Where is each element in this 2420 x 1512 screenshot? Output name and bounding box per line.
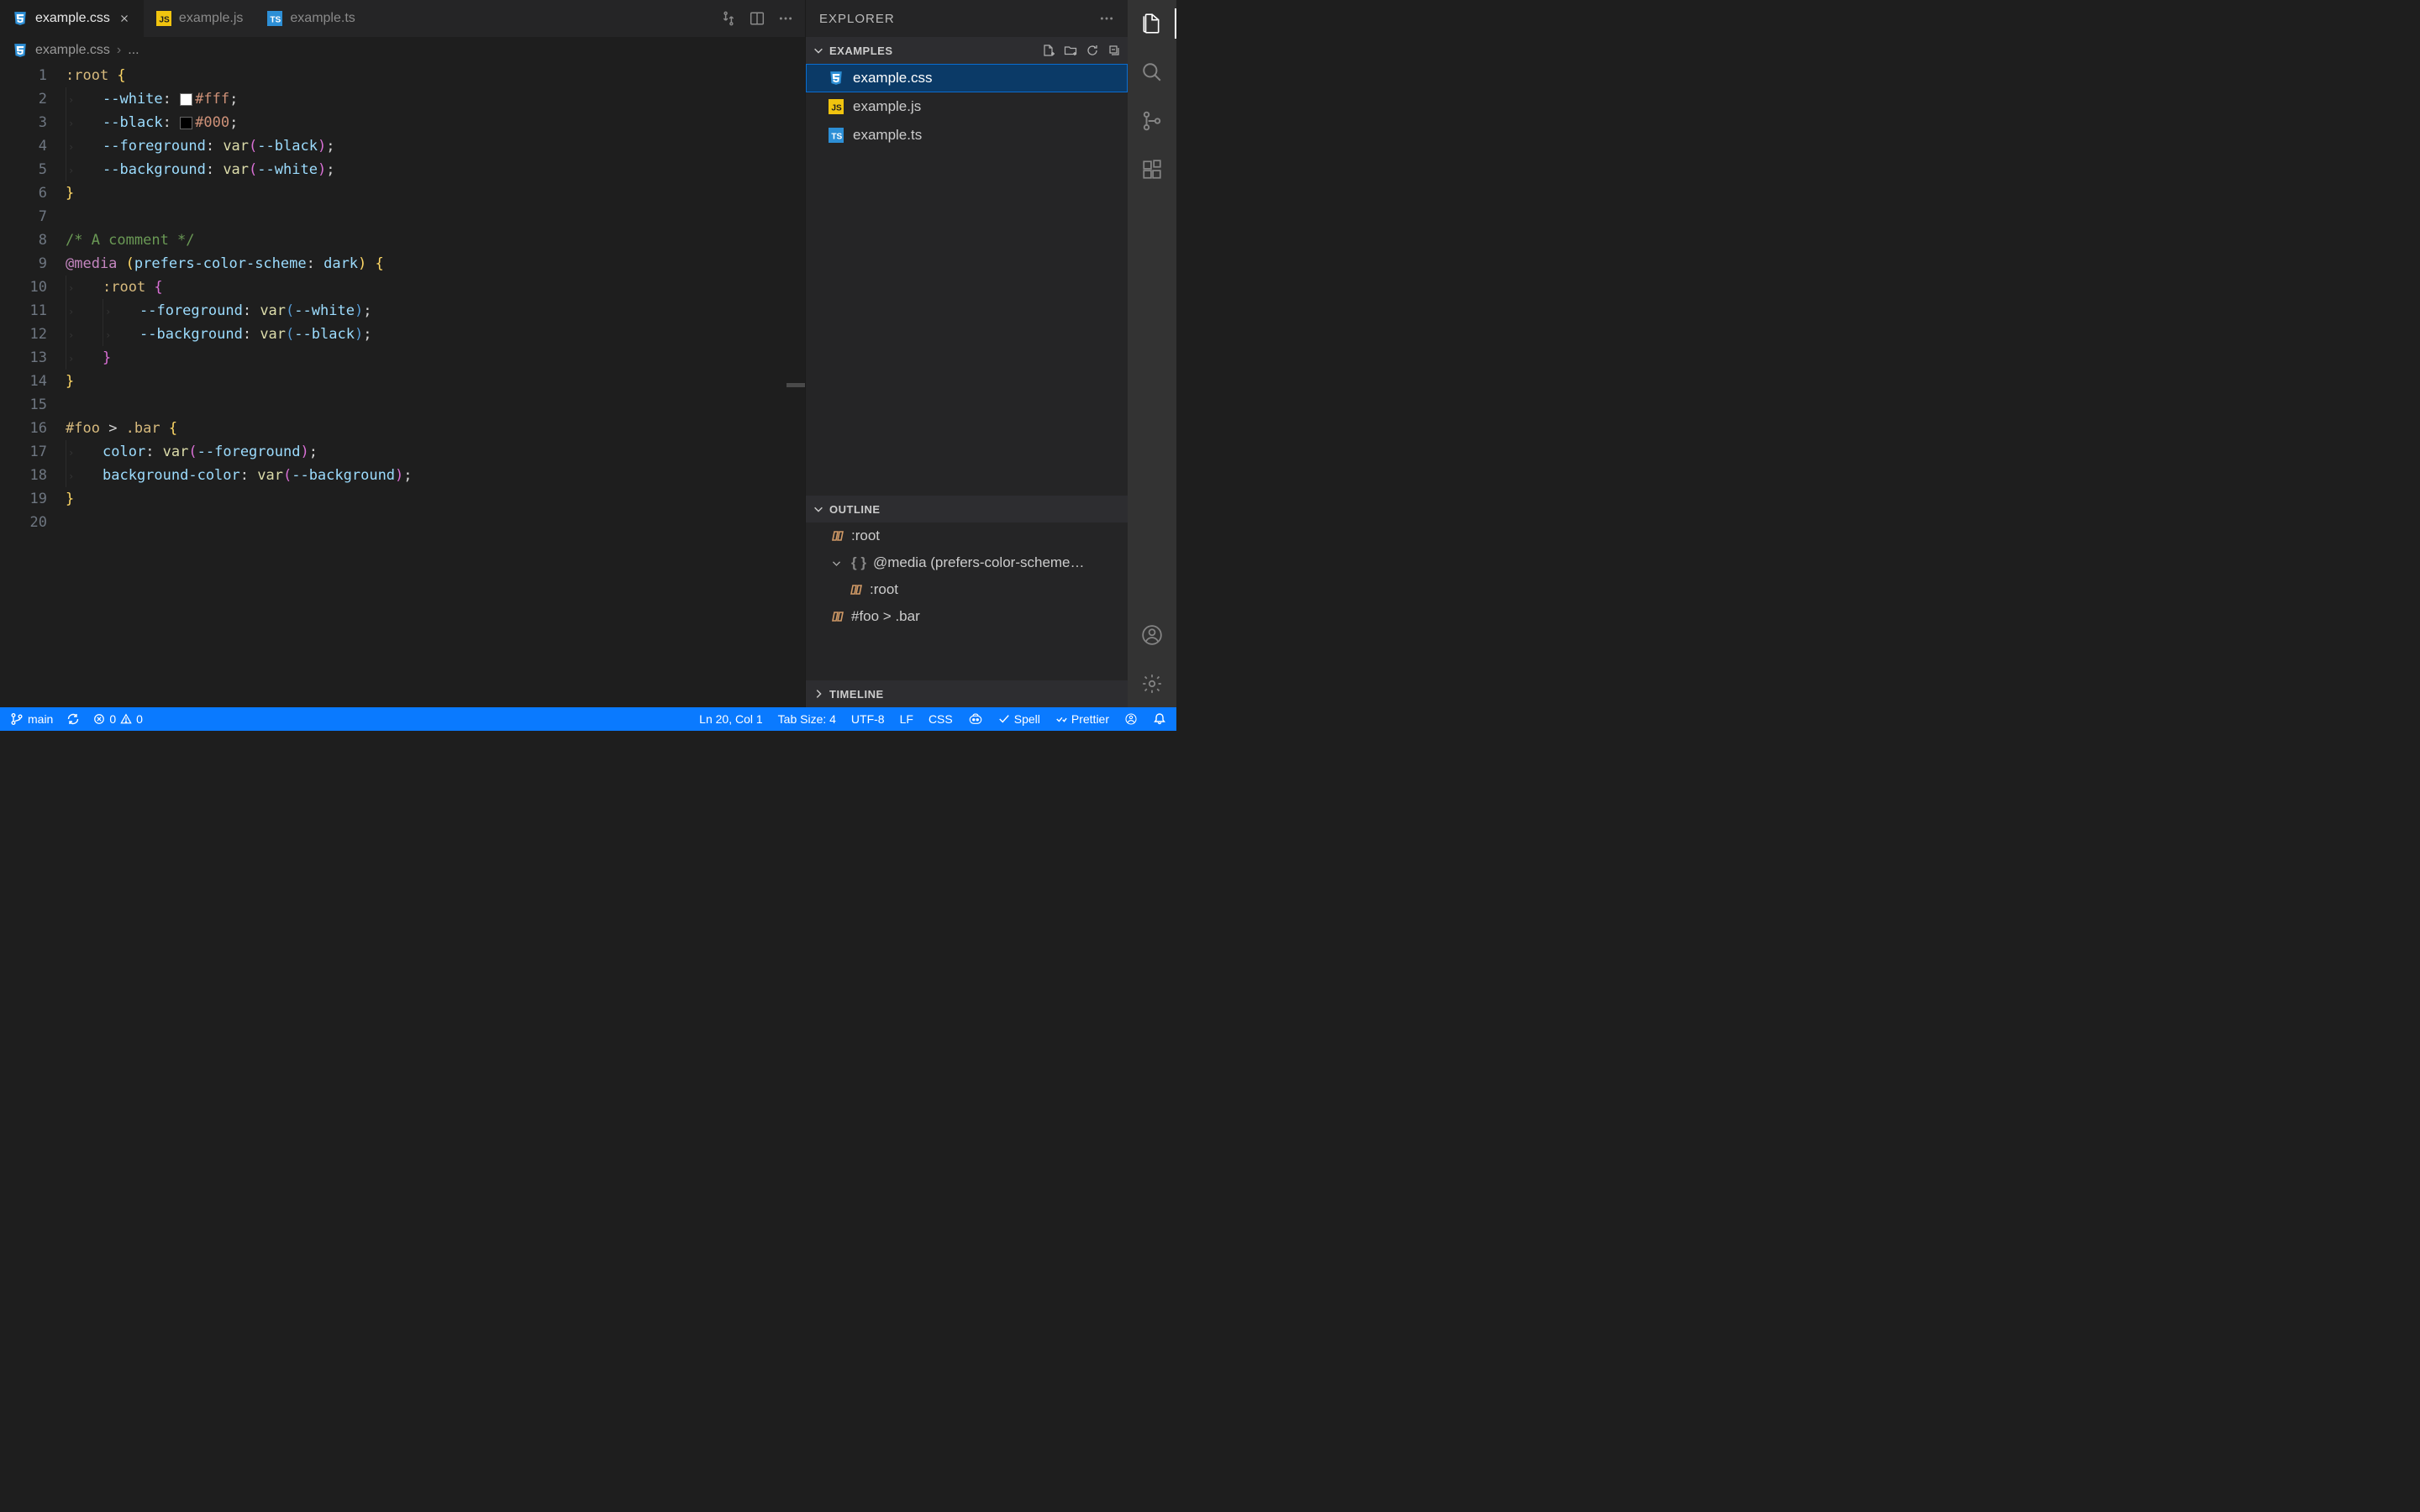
line-number-gutter: 1234567891011121314151617181920 <box>0 64 66 707</box>
outline-item[interactable]: :root <box>806 576 1128 603</box>
close-tab-icon[interactable] <box>117 11 132 26</box>
notifications-icon[interactable] <box>1153 712 1166 726</box>
git-branch-status[interactable]: main <box>10 712 53 726</box>
js-file-icon: JS <box>155 10 172 27</box>
js-file-icon: JS <box>828 98 844 115</box>
css-file-icon <box>828 70 844 87</box>
tab-example-css[interactable]: example.css <box>0 0 144 37</box>
warning-count: 0 <box>136 712 143 726</box>
spell-check-status[interactable]: Spell <box>998 712 1040 726</box>
error-count: 0 <box>109 712 116 726</box>
editor-body[interactable]: 1234567891011121314151617181920 :root {-… <box>0 64 805 707</box>
chevron-down-icon <box>831 558 844 569</box>
status-bar: main 0 0 Ln 20, Col 1 Tab Size: 4 UTF-8 … <box>0 707 1176 731</box>
editor-column: example.cssJSexample.jsTSexample.ts exam… <box>0 0 805 707</box>
svg-text:TS: TS <box>271 16 281 25</box>
problems-status[interactable]: 0 0 <box>93 712 143 726</box>
activity-bar <box>1128 0 1176 707</box>
explorer-more-icon[interactable] <box>1099 11 1114 26</box>
svg-text:TS: TS <box>831 133 842 142</box>
outline-item[interactable]: { }@media (prefers-color-scheme… <box>806 549 1128 576</box>
extensions-activity-icon[interactable] <box>1137 155 1167 185</box>
cursor-position-status[interactable]: Ln 20, Col 1 <box>699 712 763 726</box>
css-file-icon <box>12 42 29 59</box>
feedback-icon[interactable] <box>1124 712 1138 726</box>
prettier-status[interactable]: Prettier <box>1055 712 1109 726</box>
outline-item[interactable]: :root <box>806 522 1128 549</box>
branch-name: main <box>28 712 53 726</box>
more-actions-icon[interactable] <box>778 11 793 26</box>
new-file-icon[interactable] <box>1042 44 1055 57</box>
explorer-section-label: EXAMPLES <box>829 45 893 57</box>
svg-text:JS: JS <box>831 104 842 113</box>
sidebar: EXPLORER EXAMPLES example.cssJSexample.j… <box>805 0 1128 707</box>
tab-size-status[interactable]: Tab Size: 4 <box>778 712 836 726</box>
chevron-down-icon <box>813 45 824 56</box>
source-control-activity-icon[interactable] <box>1137 106 1167 136</box>
eol-status[interactable]: LF <box>900 712 913 726</box>
chevron-right-icon <box>813 688 824 700</box>
compare-changes-icon[interactable] <box>721 11 736 26</box>
file-item-example-ts[interactable]: TSexample.ts <box>806 121 1128 150</box>
outline-title: OUTLINE <box>829 503 881 516</box>
explorer-title: EXPLORER <box>819 12 895 26</box>
explorer-header: EXPLORER <box>806 0 1128 37</box>
new-folder-icon[interactable] <box>1064 44 1077 57</box>
file-item-example-js[interactable]: JSexample.js <box>806 92 1128 121</box>
refresh-icon[interactable] <box>1086 44 1099 57</box>
file-item-example-css[interactable]: example.css <box>806 64 1128 92</box>
sync-status[interactable] <box>66 712 80 726</box>
breadcrumb-more: ... <box>128 43 139 58</box>
search-activity-icon[interactable] <box>1137 57 1167 87</box>
explorer-section-header[interactable]: EXAMPLES <box>806 37 1128 64</box>
timeline-title: TIMELINE <box>829 688 884 701</box>
braces-icon: { } <box>851 554 866 571</box>
svg-text:JS: JS <box>159 16 170 25</box>
accounts-activity-icon[interactable] <box>1137 620 1167 650</box>
collapse-all-icon[interactable] <box>1107 44 1121 57</box>
tab-example-js[interactable]: JSexample.js <box>144 0 255 37</box>
ts-file-icon: TS <box>828 127 844 144</box>
copilot-status-icon[interactable] <box>968 711 983 727</box>
split-editor-icon[interactable] <box>750 11 765 26</box>
css-rule-icon <box>831 610 844 623</box>
settings-activity-icon[interactable] <box>1137 669 1167 699</box>
css-rule-icon <box>831 529 844 543</box>
tab-example-ts[interactable]: TSexample.ts <box>255 0 366 37</box>
breadcrumb-file: example.css <box>35 43 110 58</box>
explorer-activity-icon[interactable] <box>1128 8 1176 39</box>
css-file-icon <box>12 10 29 27</box>
chevron-down-icon <box>813 503 824 515</box>
code-content[interactable]: :root {--white: #fff;--black: #000;--for… <box>66 64 805 707</box>
language-status[interactable]: CSS <box>929 712 953 726</box>
breadcrumb[interactable]: example.css › ... <box>0 37 805 64</box>
minimap-viewport[interactable] <box>786 383 805 387</box>
outline-item[interactable]: #foo > .bar <box>806 603 1128 630</box>
encoding-status[interactable]: UTF-8 <box>851 712 885 726</box>
outline-section-header[interactable]: OUTLINE <box>806 496 1128 522</box>
ts-file-icon: TS <box>266 10 283 27</box>
css-rule-icon <box>850 583 863 596</box>
timeline-section-header[interactable]: TIMELINE <box>806 680 1128 707</box>
tab-bar: example.cssJSexample.jsTSexample.ts <box>0 0 805 37</box>
